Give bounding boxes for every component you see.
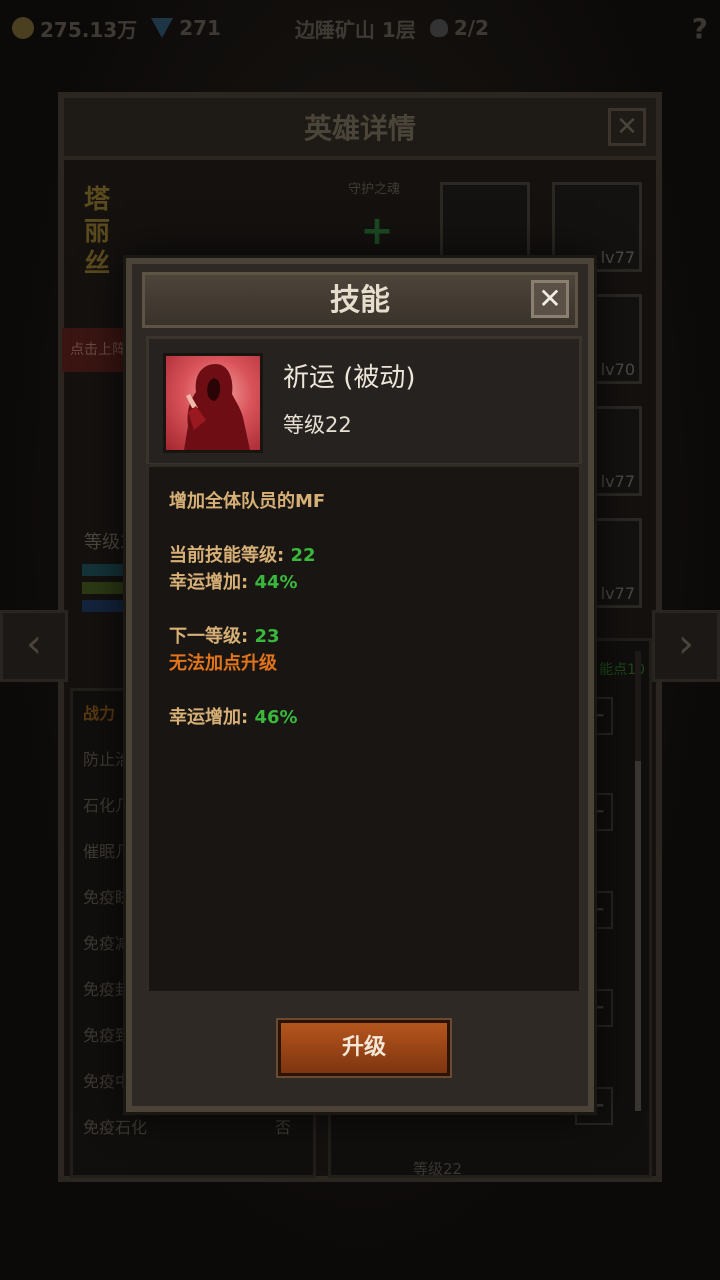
help-button[interactable]: ? <box>692 12 708 45</box>
stat-label: 免疫致 <box>83 1026 132 1045</box>
current-luck-line: 幸运增加: 44% <box>169 568 298 594</box>
upgrade-button[interactable]: 升级 <box>278 1020 450 1076</box>
luck-next-value: 46% <box>254 707 298 728</box>
next-hero-button[interactable]: › <box>652 610 720 682</box>
equip-level: lv77 <box>600 472 635 491</box>
hero-panel-close-button[interactable]: ✕ <box>608 108 646 146</box>
skill-name: 祈运 (被动) <box>283 363 416 393</box>
location-text: 边陲矿山 1层 <box>294 17 416 42</box>
stat-label: 免疫石化 <box>83 1118 148 1137</box>
stat-label: 催眠几 <box>83 842 132 861</box>
hero-name: 塔丽丝 <box>84 185 111 279</box>
skill-header: 祈运 (被动) 等级22 <box>146 336 582 466</box>
close-button[interactable]: ✕ <box>531 280 569 318</box>
stat-label: 战力 <box>83 704 116 723</box>
luck-next-label: 幸运增加: <box>169 707 249 728</box>
prev-hero-button[interactable]: ‹ <box>0 610 68 682</box>
skull-icon <box>429 19 448 37</box>
hooded-praying-figure-icon <box>163 353 263 453</box>
skill-dialog-header: 技能 ✕ <box>142 272 578 328</box>
next-level-value: 23 <box>254 626 280 647</box>
current-level-label: 当前技能等级: <box>169 545 285 566</box>
stat-label: 免疫封 <box>83 980 132 999</box>
scrollbar[interactable] <box>635 651 641 1111</box>
gold-counter: 275.13万 <box>12 14 137 43</box>
skull-count: 2/2 <box>453 16 489 40</box>
skull-counter: 2/2 <box>429 16 489 40</box>
next-level-line: 下一等级: 23 <box>169 622 280 648</box>
scrollbar-thumb[interactable] <box>635 761 641 1111</box>
luck-label: 幸运增加: <box>169 572 249 593</box>
skill-dialog: 技能 ✕ 祈运 (被动) 等级22 增加全体队员的MF 当前技能等级: 22 幸… <box>126 258 594 1112</box>
equip-level: lv77 <box>600 584 635 603</box>
gem-icon <box>151 18 174 38</box>
equip-level: lv77 <box>600 248 635 267</box>
stat-label: 免疫减 <box>83 934 132 953</box>
stat-label: 石化几 <box>83 796 132 815</box>
skill-level: 等级22 <box>283 413 352 437</box>
current-level-line: 当前技能等级: 22 <box>169 541 316 567</box>
skill-icon-art <box>184 364 250 450</box>
location-label: 边陲矿山 1层 <box>295 14 416 43</box>
next-luck-line: 幸运增加: 46% <box>169 703 298 729</box>
next-level-label: 下一等级: <box>169 626 249 647</box>
hero-level-label: 等级3 <box>84 532 132 553</box>
gem-amount: 271 <box>179 16 221 40</box>
skill-level-label: 等级22 <box>413 1160 463 1178</box>
skill-dialog-title: 技能 <box>330 283 390 318</box>
skill-description: 增加全体队员的MF <box>169 491 326 512</box>
stat-label: 免疫眩 <box>83 888 132 907</box>
guard-soul-label: 守护之魂 <box>348 182 401 197</box>
current-level-value: 22 <box>290 545 316 566</box>
guard-soul-add-button[interactable]: + <box>354 208 400 254</box>
skill-description-box: 增加全体队员的MF 当前技能等级: 22 幸运增加: 44% 下一等级: 23 … <box>146 464 582 994</box>
equip-level: lv70 <box>600 360 635 379</box>
resource-bar: 275.13万 271 边陲矿山 1层 2/2 ? <box>0 0 720 56</box>
gold-amount: 275.13万 <box>40 17 138 42</box>
luck-current-value: 44% <box>254 572 298 593</box>
stat-label: 免疫中 <box>83 1072 132 1091</box>
cannot-upgrade-warning: 无法加点升级 <box>169 653 277 674</box>
stat-label: 防止治 <box>83 750 132 769</box>
hero-panel-title: 英雄详情 <box>64 98 656 160</box>
gold-coin-icon <box>12 17 34 39</box>
deploy-button[interactable]: 点击上阵 <box>62 328 134 372</box>
gem-counter: 271 <box>151 16 221 40</box>
